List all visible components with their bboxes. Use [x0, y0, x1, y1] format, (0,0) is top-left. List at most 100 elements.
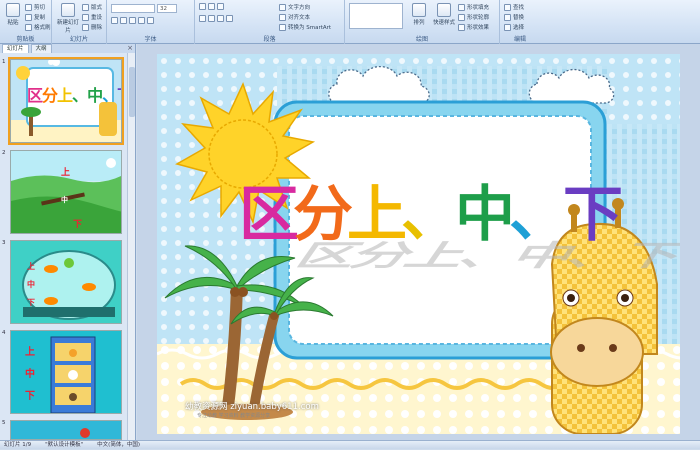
effects-icon: [458, 23, 465, 31]
font-color-icon: [147, 17, 154, 24]
editing-group-label: 编辑: [513, 36, 526, 43]
watermark-text: 幼教资源网 ziyuan.baby611.com: [185, 402, 319, 412]
slide-thumbnail-3[interactable]: 3 上 中 下: [0, 240, 126, 326]
thumbnail-scrollbar[interactable]: [127, 53, 135, 440]
copy-button[interactable]: 复制: [25, 13, 45, 21]
find-button[interactable]: 查找: [504, 3, 524, 11]
reset-button[interactable]: 重设: [82, 13, 102, 21]
ribbon: 粘贴 剪切 复制 格式刷 剪贴板 新建幻灯片 版式 重设 删除 幻灯片 32 字…: [0, 0, 700, 44]
scissors-icon: [25, 3, 32, 11]
align-text-icon: [279, 13, 286, 21]
paragraph-group-label: 段落: [263, 36, 276, 43]
fill-icon: [458, 3, 465, 11]
layout-icon: [82, 3, 89, 11]
thumb2-bottom: 下: [73, 220, 83, 230]
numbering-icon: [208, 3, 215, 10]
thumbnail-image: [10, 420, 122, 440]
underline-icon: [129, 17, 136, 24]
smartart-button[interactable]: 转换为 SmartArt: [279, 23, 331, 31]
slide-position: 幻灯片 1/9: [4, 442, 32, 448]
thumb3-top: 上: [27, 262, 35, 271]
indent-icon: [217, 3, 224, 10]
brush-icon: [25, 23, 32, 31]
replace-button[interactable]: 替换: [504, 13, 524, 21]
smartart-icon: [279, 23, 286, 31]
list-buttons[interactable]: [199, 3, 224, 10]
language-indicator[interactable]: 中文(简体，中国): [97, 441, 140, 449]
arrange-button[interactable]: 排列: [407, 3, 431, 26]
current-slide[interactable]: 区分上、中、下 区分上、中、下 幼教资源网 ziyuan.baby611.com…: [157, 54, 680, 434]
editing-group: 查找 替换 选择 编辑: [500, 0, 540, 44]
clipboard-group-label: 剪贴板: [16, 36, 35, 43]
shape-effects-button[interactable]: 形状效果: [458, 23, 489, 31]
font-name-combo[interactable]: [111, 4, 155, 13]
quick-styles-icon: [437, 3, 451, 17]
title-char: 中: [455, 180, 515, 250]
align-left-icon: [199, 15, 206, 22]
slide-thumbnail-1[interactable]: 1 区分上、中、下: [0, 57, 126, 145]
slide-thumbnail-2[interactable]: 2 上 中 下: [0, 150, 126, 236]
scrollbar-thumb[interactable]: [129, 67, 135, 117]
arrange-icon: [412, 3, 426, 17]
copy-icon: [25, 13, 32, 21]
thumb3-mid: 中: [27, 280, 35, 289]
font-group-label: 字体: [144, 36, 157, 43]
drawing-group: 排列 快速样式 形状填充 形状轮廓 形状效果 绘图: [345, 0, 500, 44]
delete-button[interactable]: 删除: [82, 23, 102, 31]
bold-icon: [111, 17, 118, 24]
tab-outline[interactable]: 大纲: [30, 44, 52, 53]
thumb4-top: 上: [25, 347, 35, 358]
slide-thumbnail-5[interactable]: 5: [0, 420, 126, 440]
strikethrough-icon: [138, 17, 145, 24]
thumb2-top: 上: [61, 168, 71, 178]
thumbnail-image: 上 中 下: [10, 330, 122, 414]
slide-title[interactable]: 区分上、中、下: [239, 180, 623, 250]
tab-slides[interactable]: 幻灯片: [2, 44, 29, 53]
shapes-gallery[interactable]: [349, 3, 403, 29]
reset-icon: [82, 13, 89, 21]
bullets-icon: [199, 3, 206, 10]
thumbnail-image: 上 中 下: [10, 150, 122, 234]
paste-button[interactable]: 粘贴: [2, 3, 24, 26]
align-buttons[interactable]: [199, 15, 233, 22]
pane-tabs: 幻灯片 大纲 ×: [0, 44, 135, 53]
format-painter-button[interactable]: 格式刷: [25, 23, 51, 31]
new-slide-button[interactable]: 新建幻灯片: [55, 3, 81, 34]
thumb3-bottom: 下: [27, 298, 35, 307]
slide-number: 5: [2, 420, 6, 426]
title-char: 下: [563, 180, 623, 250]
thumbnail-image: 区分上、中、下: [8, 57, 124, 145]
font-size-combo[interactable]: 32: [157, 4, 177, 13]
align-text-button[interactable]: 对齐文本: [279, 13, 310, 21]
close-icon[interactable]: ×: [127, 44, 133, 52]
shape-fill-button[interactable]: 形状填充: [458, 3, 489, 11]
outline-icon: [458, 13, 465, 21]
slide-thumbnail-4[interactable]: 4 上 中 下: [0, 330, 126, 416]
thumb4-bottom: 下: [25, 391, 35, 402]
slide-number: 4: [2, 330, 6, 336]
slide-number: 3: [2, 240, 6, 246]
font-style-buttons[interactable]: [111, 17, 154, 24]
thumbnail-image: 上 中 下: [10, 240, 122, 324]
cut-button[interactable]: 剪切: [25, 3, 45, 11]
delete-icon: [82, 23, 89, 31]
status-bar: 幻灯片 1/9 "默认设计模板" 中文(简体，中国): [0, 440, 700, 449]
slides-group-label: 幻灯片: [69, 36, 88, 43]
select-button[interactable]: 选择: [504, 23, 524, 31]
new-slide-icon: [61, 3, 75, 17]
quick-styles-button[interactable]: 快速样式: [431, 3, 457, 26]
title-char: 、: [401, 180, 461, 250]
shape-outline-button[interactable]: 形状轮廓: [458, 13, 489, 21]
select-icon: [504, 23, 511, 31]
slide-editor: 区分上、中、下 区分上、中、下 幼教资源网 ziyuan.baby611.com…: [137, 44, 700, 440]
theme-name[interactable]: "默认设计模板": [45, 441, 83, 449]
slide-number: 1: [2, 59, 6, 65]
title-char: 分: [293, 180, 353, 250]
justify-icon: [226, 15, 233, 22]
title-char: 、: [509, 180, 569, 250]
title-char: 区: [239, 180, 299, 250]
paste-icon: [6, 3, 20, 17]
layout-button[interactable]: 版式: [82, 3, 102, 11]
slides-pane: 幻灯片 大纲 × 1 区分上、中、下 2: [0, 44, 136, 440]
text-direction-button[interactable]: 文字方向: [279, 3, 310, 11]
